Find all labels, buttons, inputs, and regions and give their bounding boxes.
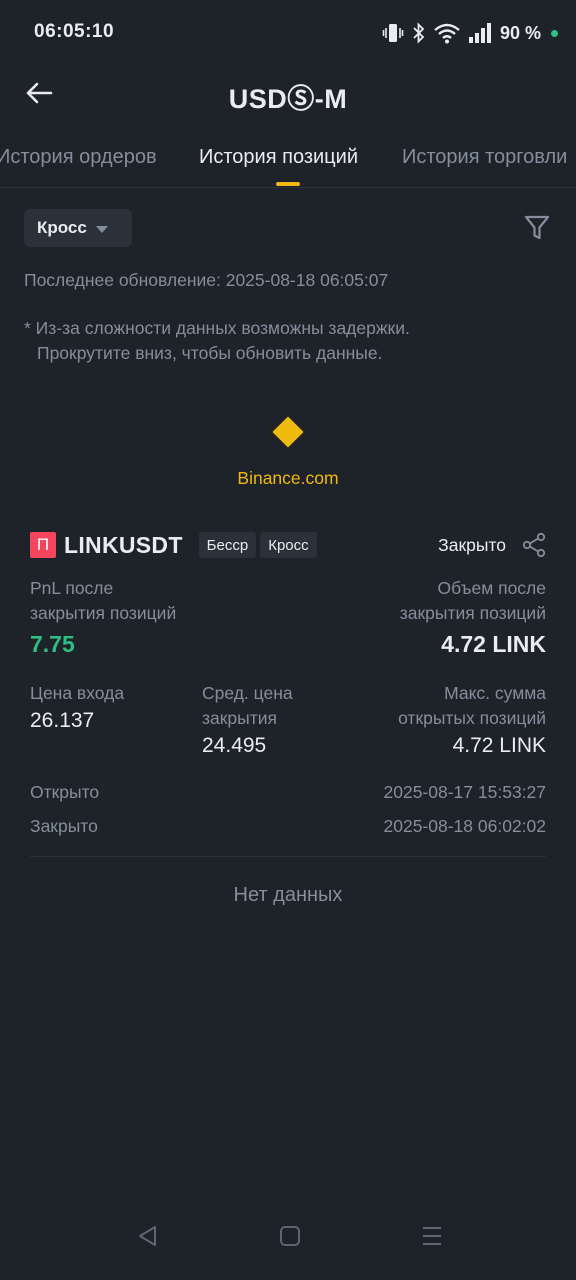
share-button[interactable] [522, 532, 546, 558]
charging-indicator [551, 29, 558, 37]
position-status: Закрыто [438, 535, 506, 555]
max-open-value: 4.72 LINK [452, 734, 546, 757]
binance-logo-icon [272, 416, 304, 448]
entry-price-label: Цена входа [30, 683, 125, 703]
symbol-name[interactable]: LINKUSDT [64, 532, 183, 559]
delay-note-line-2: Прокрутите вниз, чтобы обновить данные. [37, 343, 383, 363]
filter-button[interactable] [524, 214, 550, 242]
entry-price-value: 26.137 [30, 709, 95, 732]
closed-time: 2025-08-18 06:02:02 [383, 816, 547, 836]
contract-type-tag: Бесср [198, 532, 257, 558]
vibrate-icon [382, 24, 404, 42]
wifi-icon [434, 23, 460, 44]
max-open-label: Макс. сумма открытых позиций [398, 681, 546, 731]
signal-icon [468, 23, 491, 43]
tab-order-history[interactable]: История ордеров [0, 146, 157, 169]
margin-type-tag: Кросс [260, 532, 317, 558]
status-bar: 06:05:10 90 % [0, 0, 576, 64]
active-tab-indicator [276, 182, 300, 186]
volume-label-line-2: закрытия позиций [399, 603, 546, 623]
tab-trade-history[interactable]: История торговли [402, 146, 567, 169]
system-nav-bar [0, 1200, 576, 1280]
nav-home-button[interactable] [276, 1222, 304, 1250]
empty-state-text: Нет данных [233, 884, 343, 906]
avg-close-price-value: 24.495 [202, 734, 267, 757]
caret-down-icon [95, 225, 108, 233]
delay-note: * Из-за сложности данных возможны задерж… [24, 316, 410, 366]
share-icon [522, 532, 546, 558]
status-time: 06:05:10 [34, 21, 115, 42]
volume-value: 4.72 LINK [441, 631, 546, 657]
opened-time: 2025-08-17 15:53:27 [383, 782, 547, 802]
pnl-value: 7.75 [30, 631, 75, 657]
avg-close-label-line-2: закрытия [202, 708, 277, 728]
perpetual-badge: П [30, 532, 56, 558]
screen: 06:05:10 90 % USDⓈ-M История ордеров Ист… [0, 0, 576, 1280]
page-title: USDⓈ-M [228, 84, 348, 114]
tab-position-history[interactable]: История позиций [199, 146, 358, 169]
nav-recents-button[interactable] [418, 1222, 446, 1250]
avg-close-price-label: Сред. цена закрытия [202, 681, 293, 731]
margin-mode-label: Кросс [37, 218, 87, 237]
status-icons: 90 % [382, 20, 558, 46]
funnel-icon [524, 215, 550, 240]
margin-mode-dropdown[interactable]: Кросс [24, 209, 132, 247]
app-header: USDⓈ-M [0, 64, 576, 122]
last-update-text: Последнее обновление: 2025-08-18 06:05:0… [24, 270, 389, 290]
volume-label: Объем после закрытия позиций [400, 576, 546, 626]
position-header: П LINKUSDT Бесср Кросс [30, 530, 317, 560]
avg-close-label-line-1: Сред. цена [202, 683, 293, 703]
closed-label: Закрыто [30, 816, 98, 836]
delay-note-line-1: * Из-за сложности данных возможны задерж… [24, 318, 410, 338]
divider [30, 856, 546, 857]
nav-back-button[interactable] [134, 1222, 162, 1250]
battery-level: 90 % [499, 22, 541, 43]
max-open-label-line-1: Макс. сумма [444, 683, 546, 703]
volume-label-line-1: Объем после [437, 578, 546, 598]
max-open-label-line-2: открытых позиций [398, 708, 546, 728]
pnl-label-line-1: PnL после [30, 578, 114, 598]
tab-bar: История ордеров История позиций История … [0, 122, 576, 188]
pnl-label: PnL после закрытия позиций [30, 576, 176, 626]
binance-watermark: Binance.com [237, 468, 339, 488]
opened-label: Открыто [30, 782, 100, 802]
pnl-label-line-2: закрытия позиций [30, 603, 177, 623]
bluetooth-icon [413, 22, 425, 44]
